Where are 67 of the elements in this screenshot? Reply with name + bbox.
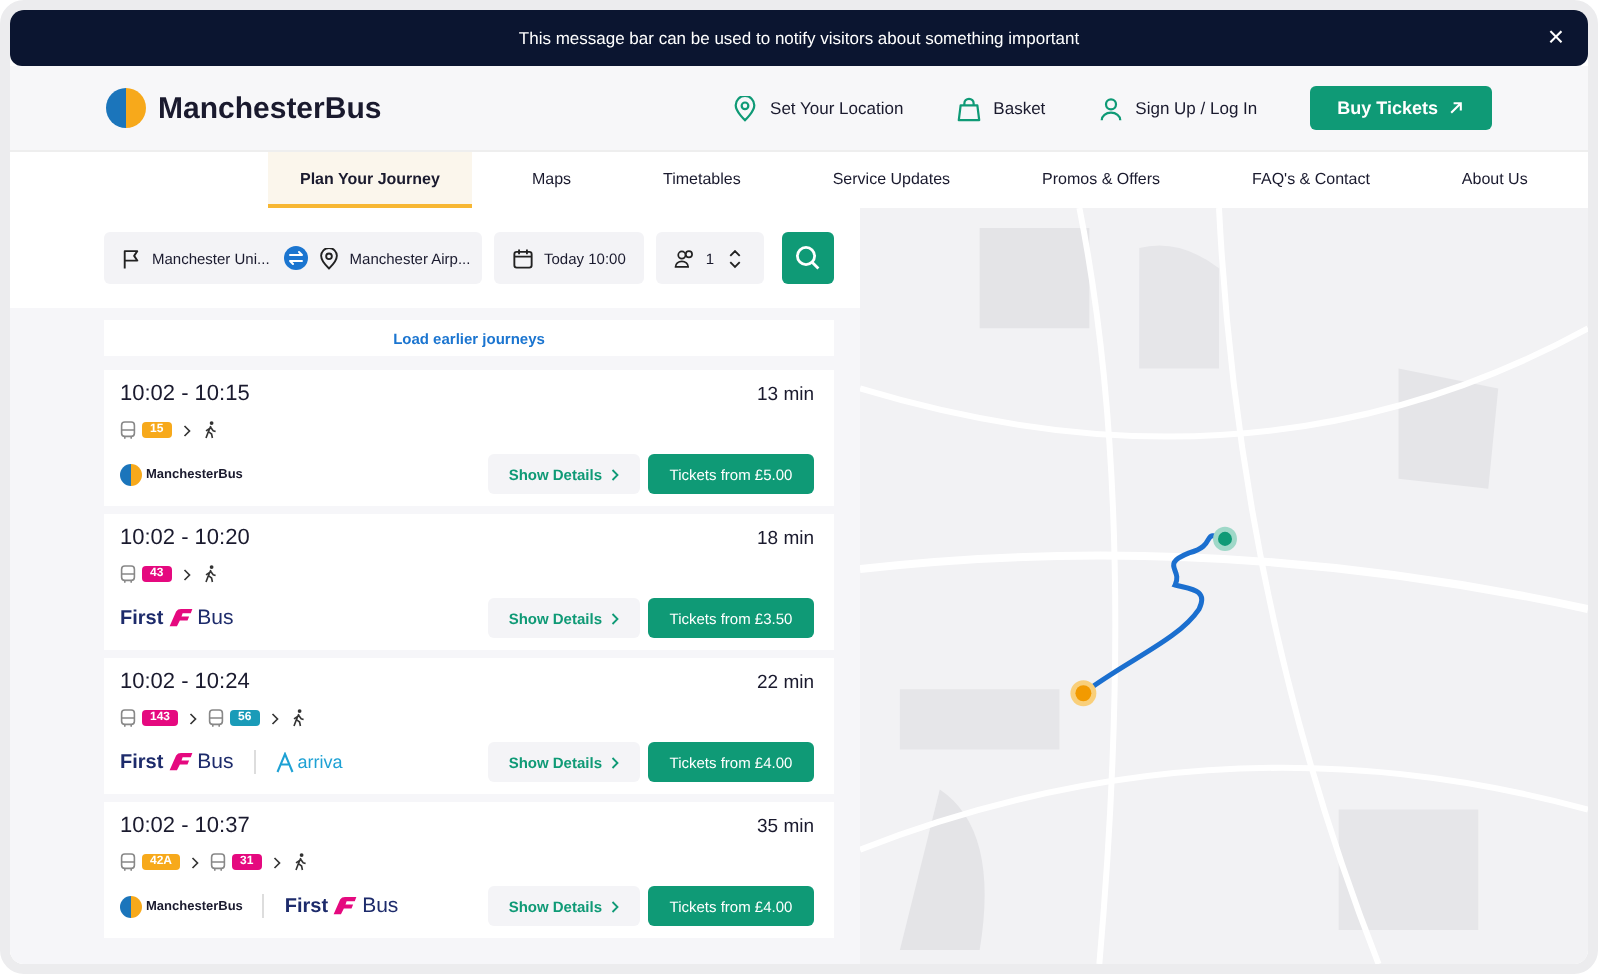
location-pin-icon — [732, 95, 759, 121]
walking-person-icon — [201, 420, 218, 440]
swoosh-logo-icon — [167, 608, 194, 628]
brand-logo-icon — [120, 463, 142, 485]
journey-duration: 35 min — [756, 815, 814, 837]
swap-icon[interactable] — [283, 246, 308, 270]
user-icon — [1097, 95, 1124, 121]
operator-name: Bus — [362, 894, 399, 918]
journey-duration: 18 min — [756, 527, 814, 549]
bus-icon — [208, 708, 225, 728]
chevron-icon — [271, 855, 282, 869]
journey-times: 10:02 - 10:20 — [120, 526, 250, 550]
buy-tickets-button[interactable]: Buy Tickets — [1309, 86, 1492, 130]
operator-name: arriva — [297, 752, 343, 772]
brand-name: ManchesterBus — [158, 91, 382, 125]
bus-icon — [210, 852, 227, 872]
message-text: This message bar can be used to notify visitors about something important — [518, 28, 1080, 48]
operator-name: First — [120, 607, 164, 629]
operator-name: Bus — [197, 750, 234, 774]
journey-duration: 13 min — [756, 383, 814, 405]
chevron-icon — [190, 855, 201, 869]
journey-times: 10:02 - 10:24 — [120, 670, 250, 694]
swoosh-logo-icon — [167, 752, 194, 772]
header-link[interactable]: Basket — [955, 95, 1046, 121]
nav-tab[interactable]: About Us — [1429, 152, 1560, 208]
header-link[interactable]: Sign Up / Log In — [1097, 95, 1258, 121]
bus-icon — [120, 420, 136, 440]
flag-icon — [120, 247, 142, 269]
operator-name: Bus — [197, 606, 234, 630]
walking-person-icon — [201, 564, 218, 584]
location-pin-icon — [317, 247, 340, 269]
brand-logo-icon — [106, 88, 146, 128]
arrow-logo-icon — [275, 751, 294, 773]
brand-logo-icon — [120, 895, 142, 917]
swoosh-logo-icon — [332, 896, 359, 916]
chevron-icon — [610, 755, 620, 769]
walking-person-icon — [291, 852, 308, 872]
chevron-icon — [610, 467, 620, 481]
arrow-icon — [1448, 100, 1464, 116]
close-button[interactable]: × — [1539, 20, 1572, 52]
chevron-icon — [610, 899, 620, 913]
bus-icon — [120, 708, 136, 728]
journey-times: 10:02 - 10:37 — [120, 814, 250, 838]
walking-person-icon — [289, 708, 306, 728]
bus-icon — [120, 852, 136, 872]
nav-tab[interactable]: Service Updates — [800, 152, 983, 208]
nav-tab[interactable]: Maps — [499, 152, 604, 208]
search-button[interactable] — [782, 232, 835, 284]
nav-tab[interactable]: FAQ's & Contact — [1220, 152, 1402, 208]
nav-tab[interactable]: Timetables — [631, 152, 773, 208]
operator-name: First — [120, 751, 164, 773]
nav-tab[interactable]: Promos & Offers — [1010, 152, 1193, 208]
chevron-icon — [610, 611, 620, 625]
chevron-icon — [181, 423, 192, 437]
header-link[interactable]: Set Your Location — [732, 95, 904, 121]
chevron-icon — [181, 567, 192, 581]
operator-name: First — [284, 895, 329, 917]
bus-icon — [120, 564, 136, 584]
journey-duration: 22 min — [756, 671, 814, 693]
journey-times: 10:02 - 10:15 — [120, 382, 250, 406]
search-icon — [794, 244, 823, 272]
chevron-icon — [269, 711, 280, 725]
calendar-icon — [512, 247, 534, 269]
bag-icon — [955, 95, 982, 121]
chevron-icon — [188, 711, 199, 725]
people-icon — [673, 247, 696, 269]
nav-tab[interactable]: Plan Your Journey — [268, 152, 472, 208]
